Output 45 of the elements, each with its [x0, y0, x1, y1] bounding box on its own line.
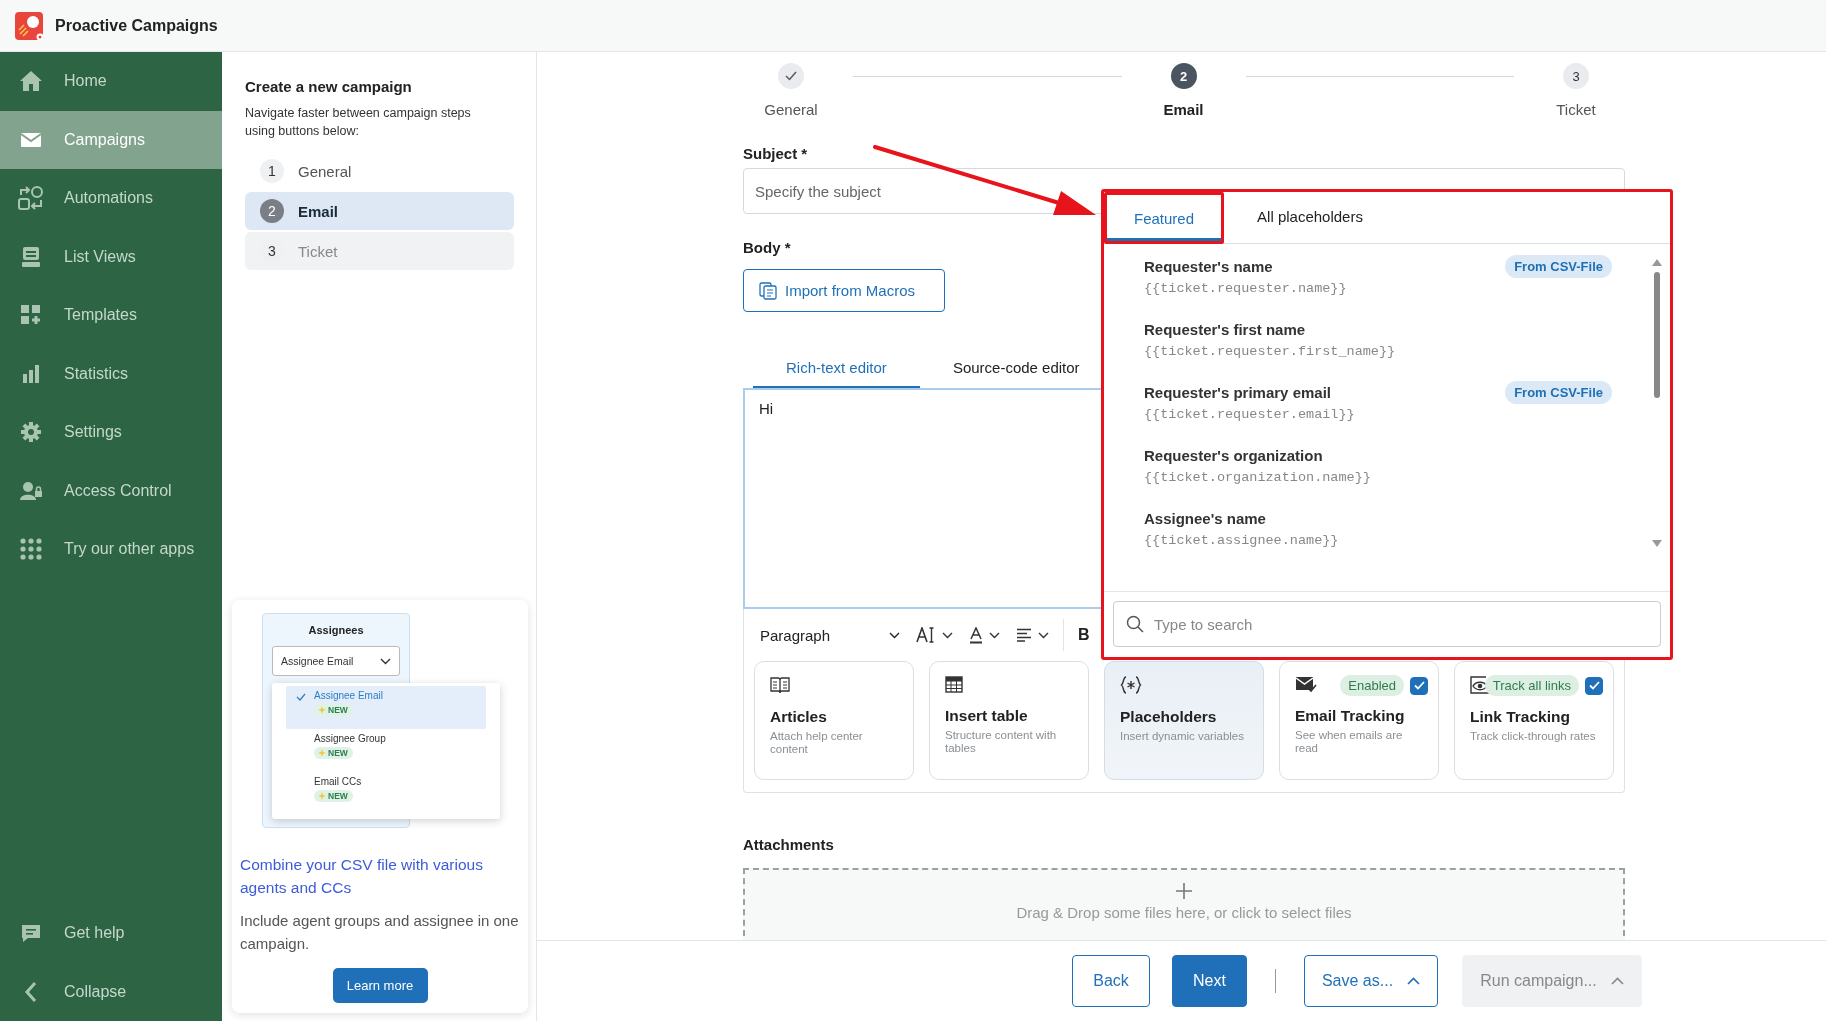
source-badge: From CSV-File: [1505, 381, 1612, 404]
panel-title: Create a new campaign: [245, 78, 413, 95]
placeholder-name: Requester's organization: [1144, 447, 1323, 464]
panel-description: Navigate faster between campaign steps using buttons below:: [245, 105, 472, 140]
step-label: Email: [1163, 101, 1204, 118]
placeholder-name: Requester's primary email: [1144, 384, 1331, 401]
step-label: Ticket: [1556, 101, 1596, 118]
placeholder-code: {{ticket.requester.email}}: [1144, 407, 1355, 422]
new-badge: NEW: [314, 747, 353, 759]
placeholder-code: {{ticket.organization.name}}: [1144, 470, 1371, 485]
card-description: See when emails are read: [1295, 729, 1404, 755]
card-title: Placeholders: [1120, 708, 1217, 726]
option-label: Email CCs: [314, 776, 362, 787]
step-circle: 3: [1563, 63, 1589, 89]
status-badge: Enabled: [1340, 675, 1404, 696]
placeholder-name: Requester's name: [1144, 258, 1273, 275]
new-badge: NEW: [314, 704, 353, 716]
app-title: Proactive Campaigns: [55, 16, 218, 35]
step-label: General: [764, 101, 818, 118]
card-title: Email Tracking: [1295, 707, 1405, 725]
placeholder-name: Requester's first name: [1144, 321, 1306, 338]
option-label: Assignee Email: [314, 690, 383, 701]
card-description: Structure content with tables: [945, 729, 1058, 755]
placeholder-code: {{ticket.requester.first_name}}: [1144, 344, 1396, 359]
card-description: Track click-through rates: [1470, 730, 1596, 743]
placeholder-name: Assignee's name: [1144, 510, 1266, 527]
source-badge: From CSV-File: [1505, 255, 1612, 278]
card-description: Insert dynamic variables: [1120, 730, 1244, 743]
card-title: Articles: [770, 708, 827, 726]
dropzone-text: Drag & Drop some files here, or click to select files: [1016, 904, 1352, 921]
field-label: Attachments: [743, 836, 834, 853]
new-badge: NEW: [314, 790, 353, 802]
card-title: Insert table: [945, 707, 1028, 725]
field-label: Subject *: [743, 145, 808, 162]
option-label: Assignee Group: [314, 733, 386, 744]
placeholder-code: {{ticket.assignee.name}}: [1144, 533, 1339, 548]
placeholder-code: {{ticket.requester.name}}: [1144, 281, 1347, 296]
promo-heading: Combine your CSV file with various agents and CCs: [240, 855, 484, 898]
promo-text: Include agent groups and assignee in one campaign.: [240, 911, 520, 954]
card-title: Link Tracking: [1470, 708, 1570, 726]
step-circle: 2: [1170, 63, 1197, 89]
card-description: Attach help center content: [770, 730, 864, 756]
status-badge: Track all links: [1484, 675, 1579, 696]
preview-title: Assignees: [308, 624, 364, 636]
field-label: Body *: [743, 239, 791, 256]
